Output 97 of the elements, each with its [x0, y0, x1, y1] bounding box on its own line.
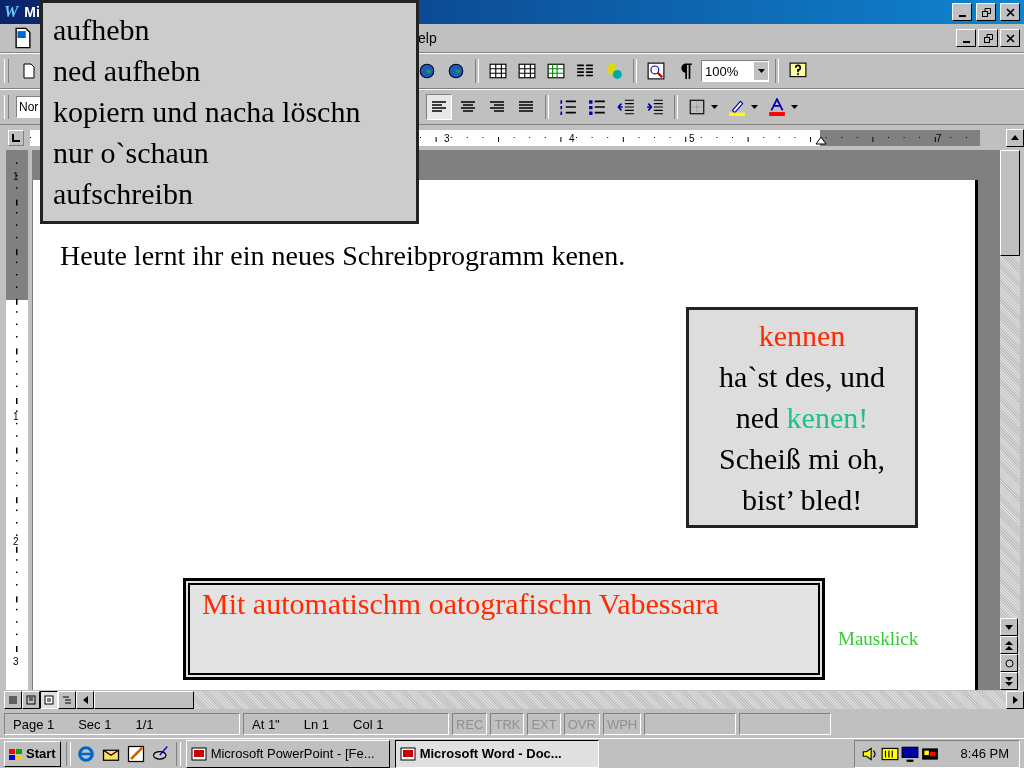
table-icon: [518, 62, 536, 80]
align-center-icon: [460, 99, 476, 115]
align-left-icon: [431, 99, 447, 115]
clock: 8:46 PM: [960, 746, 1009, 761]
caret-icon[interactable]: [711, 105, 718, 109]
browse-object-button[interactable]: [1000, 654, 1018, 672]
callout-text: bist’ bled!: [741, 482, 863, 518]
left-tab-icon: [11, 132, 21, 143]
restore-icon: [983, 33, 993, 43]
app-window-icon: [190, 746, 207, 761]
next-page-button[interactable]: [1000, 672, 1018, 690]
circle-icon: [1004, 658, 1014, 668]
callout-text: ned kenen!: [735, 400, 869, 436]
bulleted-list-icon: [588, 98, 606, 116]
status-text: Page 1: [13, 716, 55, 732]
menu-item[interactable]: aufhebn: [53, 9, 416, 50]
restore-button[interactable]: [978, 29, 998, 47]
page-view-button[interactable]: [40, 691, 58, 709]
scroll-down-button[interactable]: [1000, 618, 1018, 636]
indent-icon: [646, 98, 664, 116]
zoom-dropdown[interactable]: 100%: [701, 60, 769, 82]
globe-icon: [447, 62, 465, 80]
page-icon: [44, 695, 54, 705]
align-justify-icon: [518, 99, 534, 115]
outline-view-button[interactable]: [58, 691, 76, 709]
status-text: Sec 1: [78, 716, 112, 732]
caret-icon: [757, 69, 765, 73]
tab-selector[interactable]: [8, 129, 24, 146]
callout-text: kennen: [758, 318, 846, 354]
page-icon: [26, 695, 36, 705]
outdent-icon: [617, 98, 635, 116]
minimize-button[interactable]: [956, 29, 976, 47]
document-icon[interactable]: [12, 27, 34, 49]
left-arrow-icon: [82, 696, 88, 704]
up-arrow-icon: [1011, 135, 1019, 140]
align-left-button[interactable]: [426, 94, 452, 120]
vertical-scrollbar[interactable]: [1000, 150, 1020, 690]
app-window-icon: [399, 746, 416, 761]
windows-flag-icon: [9, 747, 23, 760]
click-hint: Mausklick: [838, 628, 919, 650]
close-button[interactable]: [1000, 29, 1020, 47]
restore-icon: [981, 7, 991, 17]
document-icon: [21, 63, 37, 79]
globe-icon: [418, 62, 436, 80]
menu-item[interactable]: kopiern und nacha löschn: [53, 91, 416, 132]
close-button[interactable]: [1000, 3, 1020, 21]
window-title: Mi: [24, 4, 40, 20]
scroll-thumb[interactable]: [1000, 150, 1020, 256]
caret-icon[interactable]: [751, 105, 758, 109]
speaker-icon[interactable]: [860, 744, 879, 763]
minimize-icon: [958, 15, 966, 17]
help-icon: [789, 62, 807, 80]
status-text: Ln 1: [303, 716, 330, 732]
editor-icon[interactable]: [125, 743, 146, 764]
right-arrow-icon: [1012, 696, 1018, 704]
status-text: At 1": [252, 716, 280, 732]
numbered-list-icon: [559, 98, 577, 116]
caret-icon[interactable]: [791, 105, 798, 109]
previous-page-button[interactable]: [1000, 636, 1018, 654]
double-down-arrow-icon: [1005, 676, 1013, 686]
taskbar-button[interactable]: Microsoft PowerPoint - [Fe...: [185, 739, 390, 768]
scroll-right-button[interactable]: [1006, 691, 1024, 709]
scroll-left-button[interactable]: [76, 691, 94, 709]
highlighter-icon: [728, 98, 746, 116]
double-up-arrow-icon: [1005, 640, 1013, 650]
down-arrow-icon: [1005, 624, 1013, 630]
scroll-thumb[interactable]: [94, 691, 194, 709]
normal-view-button[interactable]: [4, 691, 22, 709]
magnifier-icon: [647, 62, 665, 80]
scroll-up-button[interactable]: [1006, 128, 1024, 147]
minimize-icon: [962, 41, 970, 43]
spreadsheet-icon: [547, 62, 565, 80]
callout-text: Scheiß mi oh,: [719, 441, 885, 477]
document-text: Heute lernt ihr ein neues Schreibprogramm kenen.: [60, 240, 627, 272]
web-view-button[interactable]: [22, 691, 40, 709]
close-icon: [1005, 7, 1015, 17]
border-icon: [688, 98, 706, 116]
monitor-icon[interactable]: [900, 744, 919, 763]
outline-icon: [62, 695, 72, 705]
start-button[interactable]: Start: [4, 740, 61, 767]
menu-item[interactable]: aufschreibn: [53, 173, 416, 214]
status-text: Col 1: [353, 716, 384, 732]
restore-button[interactable]: [976, 3, 996, 21]
menu-item[interactable]: ned aufhebn: [53, 50, 416, 91]
vertical-ruler: 1 1 2 3: [6, 150, 28, 690]
taskbar-button[interactable]: Microsoft Word - Doc...: [394, 739, 599, 768]
app-logo: W: [4, 3, 19, 21]
text-box-text: Mit automatischm oatografischn Vabessara: [202, 587, 719, 620]
close-icon: [1005, 33, 1015, 43]
callout-text: ha`st des, und: [719, 359, 885, 395]
menu-item[interactable]: elp: [418, 30, 437, 46]
minimize-button[interactable]: [952, 3, 972, 21]
font-color-icon: [768, 98, 786, 116]
table-pencil-icon: [489, 62, 507, 80]
shapes-icon: [605, 62, 623, 80]
align-right-icon: [489, 99, 505, 115]
status-text: 1/1: [135, 716, 154, 732]
